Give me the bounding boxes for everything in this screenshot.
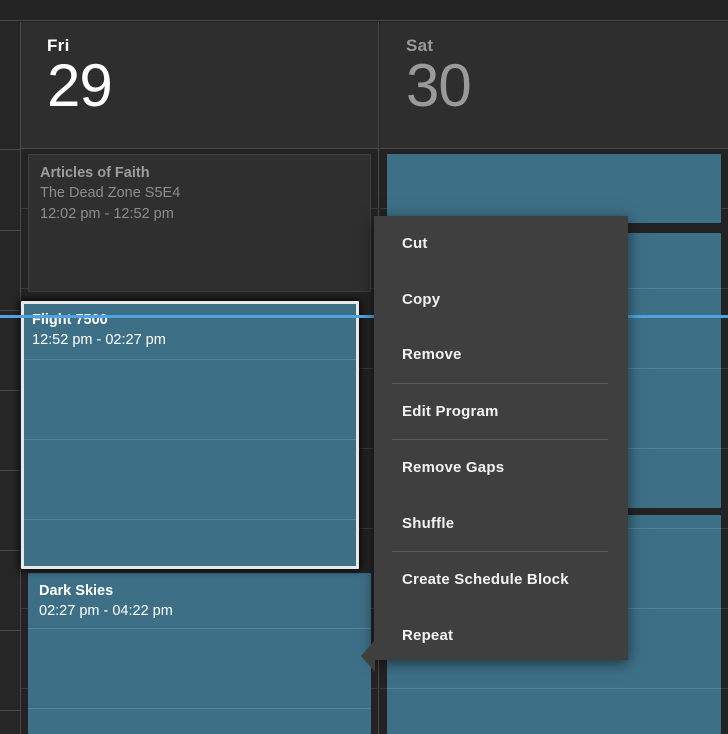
menu-item-cut[interactable]: Cut (374, 216, 628, 272)
menu-item-shuffle[interactable]: Shuffle (374, 496, 628, 552)
event-block[interactable]: Dark Skies 02:27 pm - 04:22 pm (28, 573, 371, 734)
event-title: Articles of Faith (40, 165, 150, 181)
day-number-label: 30 (406, 52, 472, 119)
menu-item-create-schedule-block[interactable]: Create Schedule Block (374, 552, 628, 608)
schedule-app: Fri 29 Sat 30 Articles of Faith The Dead… (0, 0, 728, 734)
event-block[interactable] (387, 154, 721, 223)
menu-item-remove[interactable]: Remove (374, 327, 628, 383)
event-title: Flight 7500 (32, 312, 108, 328)
context-menu-caret-icon (361, 640, 375, 672)
event-time: 02:27 pm - 04:22 pm (39, 603, 173, 619)
event-block-selected[interactable]: Flight 7500 12:52 pm - 02:27 pm (21, 301, 359, 569)
menu-item-edit-program[interactable]: Edit Program (374, 384, 628, 440)
event-block[interactable]: Articles of Faith The Dead Zone S5E4 12:… (28, 154, 371, 292)
day-header-friday[interactable]: Fri 29 (21, 22, 379, 149)
event-time: 12:02 pm - 12:52 pm (40, 206, 174, 222)
event-hour-gridline (24, 439, 356, 440)
event-hour-gridline (24, 519, 356, 520)
event-title: Dark Skies (39, 583, 114, 599)
top-strip (0, 0, 728, 21)
event-subtitle: The Dead Zone S5E4 (40, 185, 181, 201)
day-number-label: 29 (47, 52, 113, 119)
day-header-row: Fri 29 Sat 30 (0, 22, 728, 149)
event-hour-gridline (24, 359, 356, 360)
day-header-saturday[interactable]: Sat 30 (380, 22, 728, 149)
event-time: 12:52 pm - 02:27 pm (32, 332, 166, 348)
event-hour-gridline (28, 708, 371, 709)
menu-item-copy[interactable]: Copy (374, 272, 628, 328)
menu-item-repeat[interactable]: Repeat (374, 608, 628, 664)
event-hour-gridline (28, 628, 371, 629)
menu-item-remove-gaps[interactable]: Remove Gaps (374, 440, 628, 496)
context-menu[interactable]: Cut Copy Remove Edit Program Remove Gaps… (361, 216, 628, 672)
event-hour-gridline (387, 688, 721, 689)
